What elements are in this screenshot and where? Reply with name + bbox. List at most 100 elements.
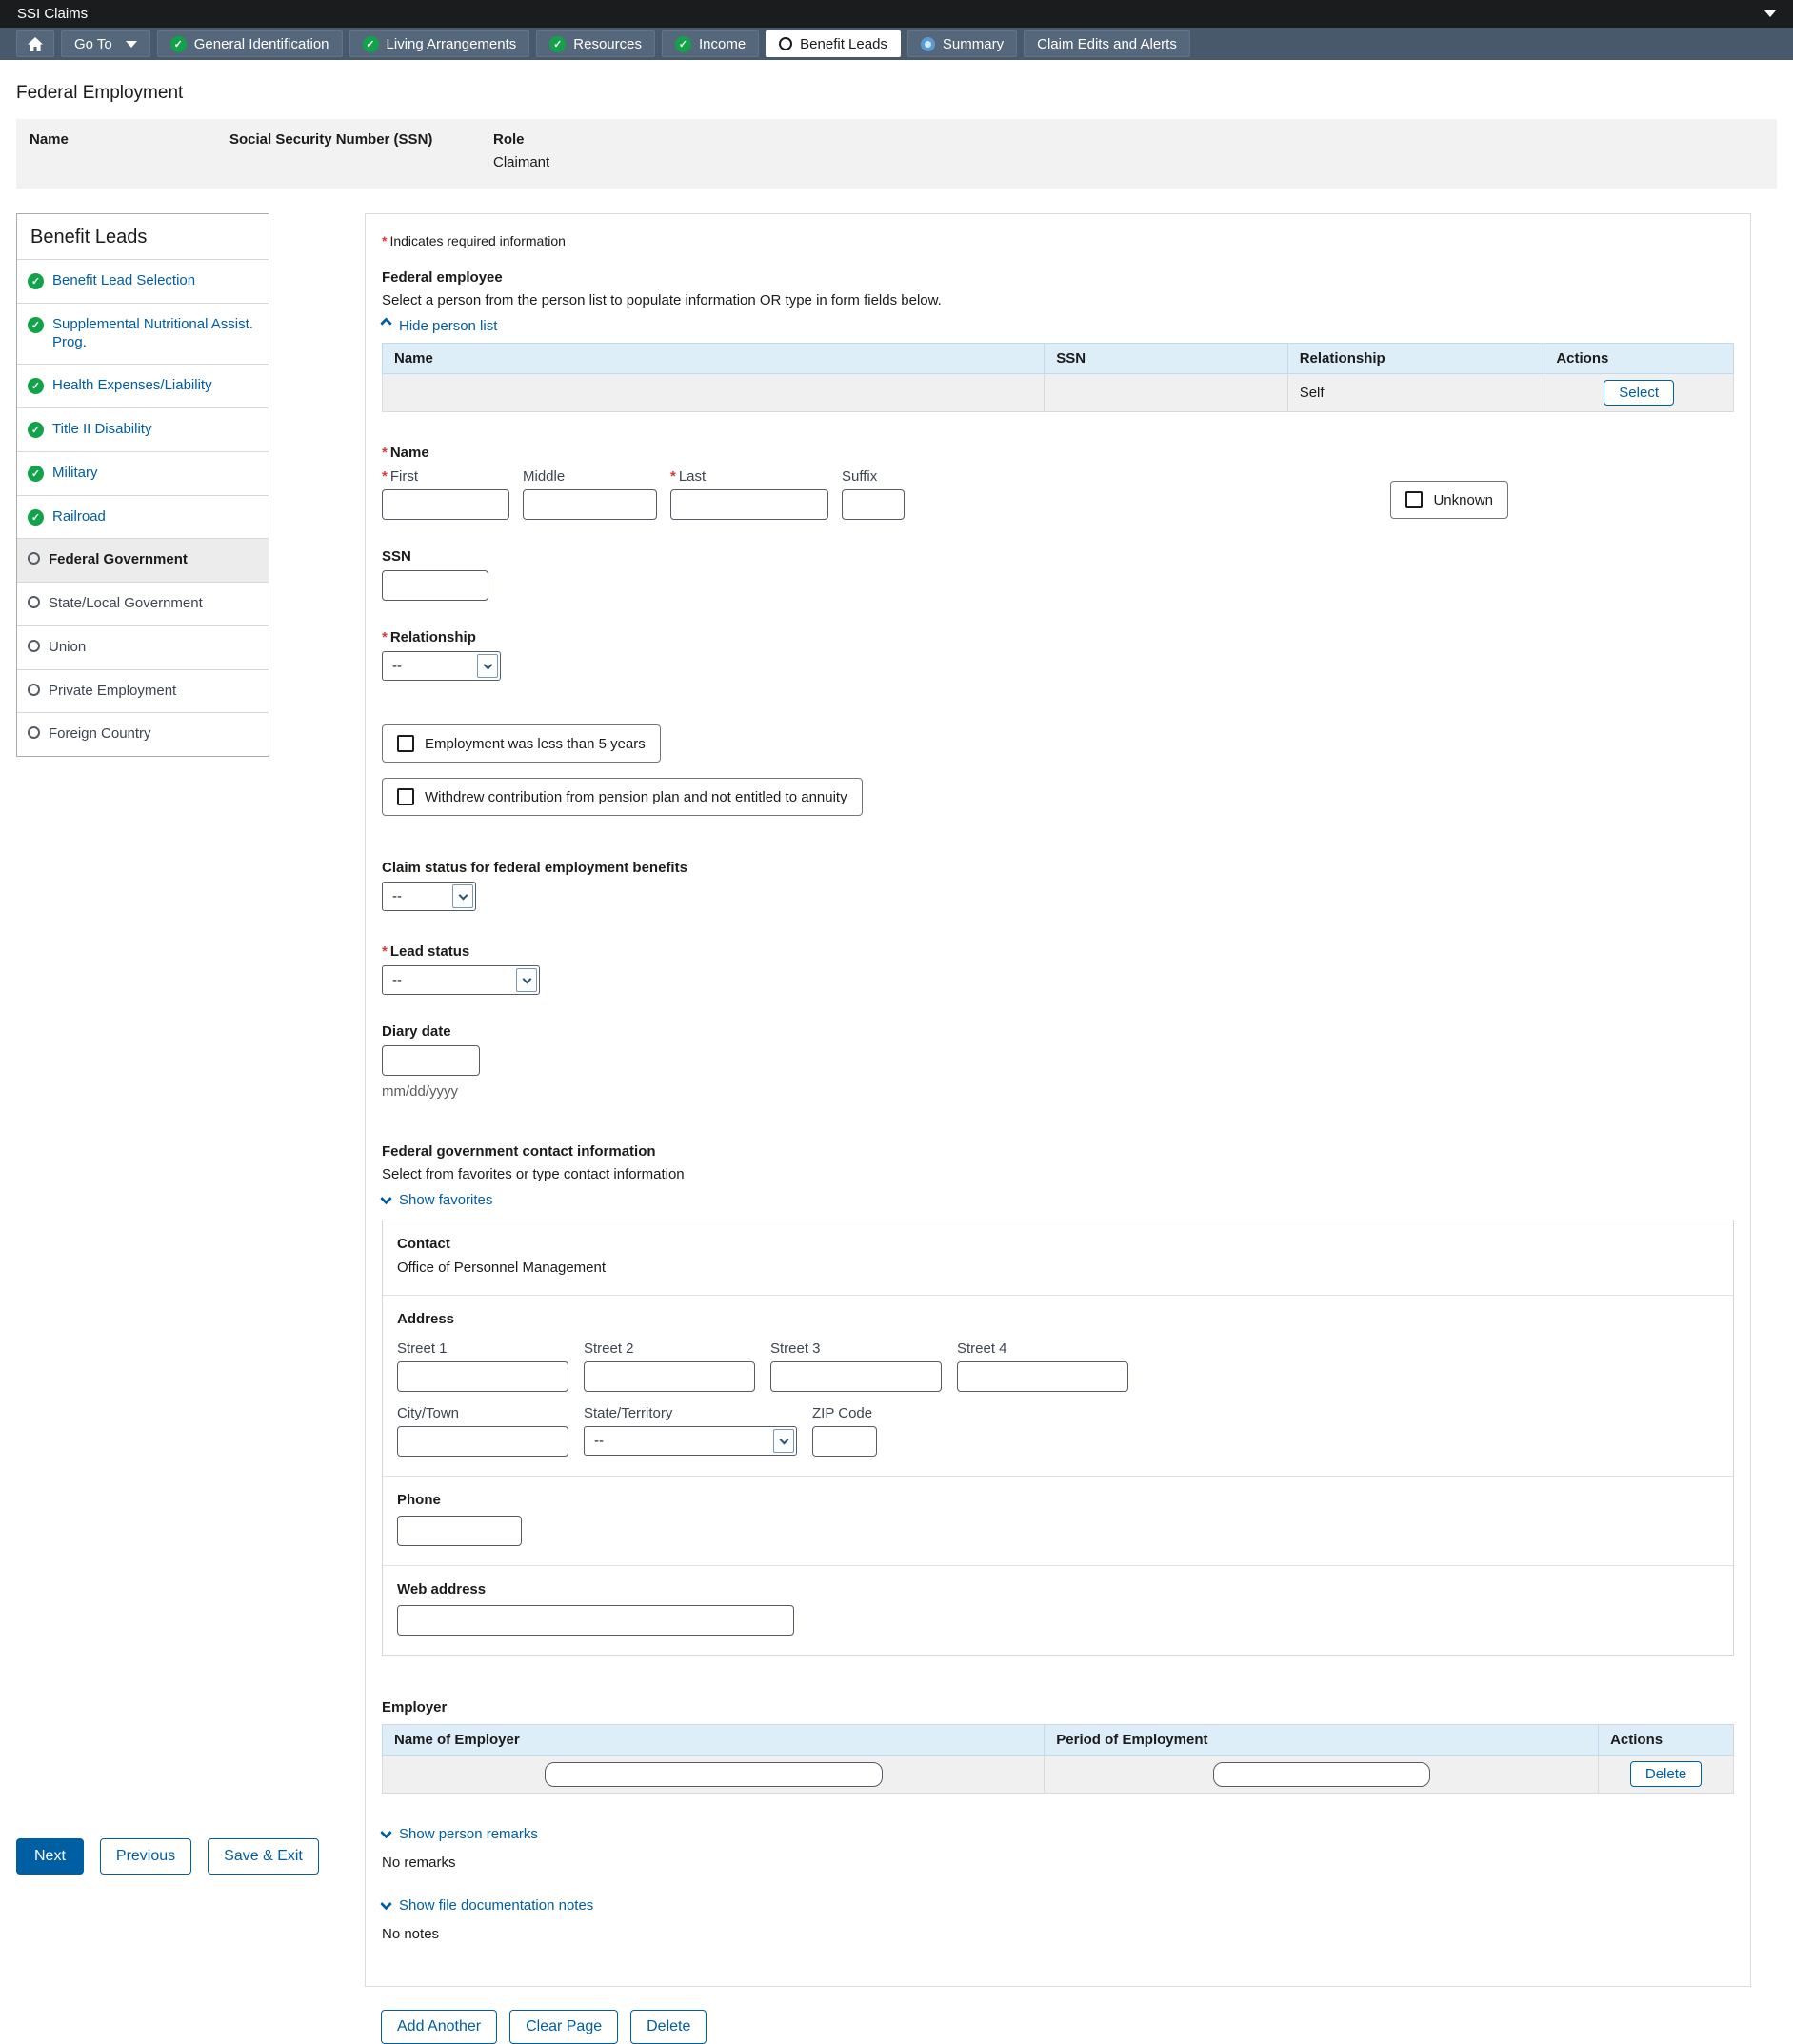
tab-summary[interactable]: Summary (907, 30, 1017, 57)
street2-label: Street 2 (584, 1340, 755, 1357)
select-person-button[interactable]: Select (1604, 380, 1674, 406)
withdrew-contribution-checkbox[interactable] (397, 788, 414, 805)
dropdown-arrow-icon (516, 968, 537, 992)
person-row-relationship: Self (1287, 374, 1544, 412)
sidebar-item-state-local-government[interactable]: State/Local Government (17, 582, 269, 625)
employment-less-than-5-years-card[interactable]: Employment was less than 5 years (382, 724, 661, 763)
contact-section: Contact Office of Personnel Management (383, 1220, 1733, 1296)
middle-name-label: Middle (523, 468, 657, 485)
person-row-ssn (1045, 374, 1287, 412)
federal-employee-heading: Federal employee (382, 269, 1734, 286)
show-favorites-link[interactable]: Show favorites (382, 1192, 492, 1208)
diary-date-input[interactable] (382, 1045, 480, 1076)
show-person-remarks-link[interactable]: Show person remarks (382, 1826, 1734, 1842)
street1-label: Street 1 (397, 1340, 568, 1357)
sidebar-item-military[interactable]: Military (17, 451, 269, 495)
person-name-label: Name (30, 131, 229, 148)
required-asterisk: * (382, 233, 387, 248)
ssn-input[interactable] (382, 570, 488, 601)
circle-outline-icon (28, 640, 40, 652)
tab-benefit-leads[interactable]: Benefit Leads (766, 30, 901, 57)
lead-status-label: *Lead status (382, 943, 1734, 960)
phone-section: Phone (383, 1477, 1733, 1566)
unknown-checkbox[interactable] (1405, 491, 1423, 508)
save-exit-button[interactable]: Save & Exit (208, 1838, 319, 1875)
claim-status-select[interactable]: -- (382, 882, 476, 911)
sidebar-item-foreign-country[interactable]: Foreign Country (17, 712, 269, 756)
tab-living-arrangements[interactable]: Living Arrangements (349, 30, 530, 57)
tab-label: Resources (573, 36, 642, 52)
person-row-name (383, 374, 1045, 412)
next-button[interactable]: Next (16, 1838, 84, 1875)
withdrew-contribution-card[interactable]: Withdrew contribution from pension plan … (382, 778, 863, 816)
add-another-button[interactable]: Add Another (381, 2010, 497, 2044)
unknown-checkbox-card[interactable]: Unknown (1390, 481, 1508, 519)
go-to-dropdown[interactable]: Go To (61, 30, 150, 57)
person-role-label: Role (493, 131, 549, 148)
phone-input[interactable] (397, 1516, 522, 1546)
home-button[interactable] (16, 30, 54, 57)
relationship-select[interactable]: -- (382, 651, 501, 681)
col-header-actions: Actions (1544, 344, 1734, 374)
chevron-down-icon[interactable] (1764, 10, 1776, 17)
person-role-value: Claimant (493, 154, 549, 171)
street4-input[interactable] (957, 1361, 1128, 1392)
main-nav: Go To General Identification Living Arra… (0, 28, 1793, 60)
tab-resources[interactable]: Resources (536, 30, 655, 57)
app-title: SSI Claims (17, 6, 88, 22)
employer-table: Name of Employer Period of Employment Ac… (382, 1724, 1734, 1794)
sidebar-item-private-employment[interactable]: Private Employment (17, 669, 269, 713)
web-address-input[interactable] (397, 1605, 794, 1636)
sidebar-item-health-expenses[interactable]: Health Expenses/Liability (17, 364, 269, 407)
unknown-label: Unknown (1433, 492, 1493, 508)
tab-label: Claim Edits and Alerts (1037, 36, 1177, 52)
delete-button[interactable]: Delete (630, 2010, 707, 2044)
show-file-notes-link[interactable]: Show file documentation notes (382, 1897, 1734, 1914)
delete-employer-button[interactable]: Delete (1630, 1761, 1702, 1787)
street1-input[interactable] (397, 1361, 568, 1392)
sidebar-item-federal-government[interactable]: Federal Government (17, 538, 269, 582)
col-header-ssn: SSN (1045, 344, 1287, 374)
withdrew-contribution-label: Withdrew contribution from pension plan … (425, 789, 847, 805)
lead-status-select[interactable]: -- (382, 965, 540, 995)
col-header-relationship: Relationship (1287, 344, 1544, 374)
sidebar-item-title-2-disability[interactable]: Title II Disability (17, 407, 269, 451)
tab-general-identification[interactable]: General Identification (157, 30, 343, 57)
home-icon (28, 37, 43, 51)
person-row: Self Select (383, 374, 1734, 412)
sidebar-item-union[interactable]: Union (17, 625, 269, 669)
check-circle-icon (170, 36, 187, 52)
middle-name-input[interactable] (523, 489, 657, 520)
sidebar-item-label: Health Expenses/Liability (52, 377, 212, 395)
person-header: Name Social Security Number (SSN) Role C… (16, 119, 1777, 189)
hide-person-list-link[interactable]: Hide person list (382, 318, 497, 334)
employment-less-than-5-years-checkbox[interactable] (397, 735, 414, 752)
suffix-input[interactable] (842, 489, 905, 520)
previous-button[interactable]: Previous (100, 1838, 191, 1875)
sidebar-item-supplemental-nutritional[interactable]: Supplemental Nutritional Assist. Prog. (17, 303, 269, 365)
check-circle-icon (675, 36, 691, 52)
clear-page-button[interactable]: Clear Page (509, 2010, 618, 2044)
last-name-label: *Last (670, 468, 828, 485)
zip-input[interactable] (812, 1426, 877, 1457)
street3-input[interactable] (770, 1361, 942, 1392)
check-circle-icon (28, 378, 44, 394)
sidebar-item-benefit-lead-selection[interactable]: Benefit Lead Selection (17, 259, 269, 303)
tab-label: Summary (943, 36, 1004, 52)
employer-name-input[interactable] (545, 1762, 883, 1787)
last-name-input[interactable] (670, 489, 828, 520)
first-name-label: *First (382, 468, 509, 485)
sidebar-item-railroad[interactable]: Railroad (17, 495, 269, 539)
no-remarks-text: No remarks (382, 1855, 1734, 1871)
state-select[interactable]: -- (584, 1426, 797, 1456)
first-name-input[interactable] (382, 489, 509, 520)
employer-heading: Employer (382, 1699, 1734, 1716)
circle-outline-icon (28, 596, 40, 608)
sidebar-item-label: Military (52, 465, 98, 483)
tab-income[interactable]: Income (662, 30, 759, 57)
check-circle-icon (549, 36, 566, 52)
employment-period-input[interactable] (1213, 1762, 1430, 1787)
tab-claim-edits-and-alerts[interactable]: Claim Edits and Alerts (1024, 30, 1190, 57)
city-input[interactable] (397, 1426, 568, 1457)
street2-input[interactable] (584, 1361, 755, 1392)
